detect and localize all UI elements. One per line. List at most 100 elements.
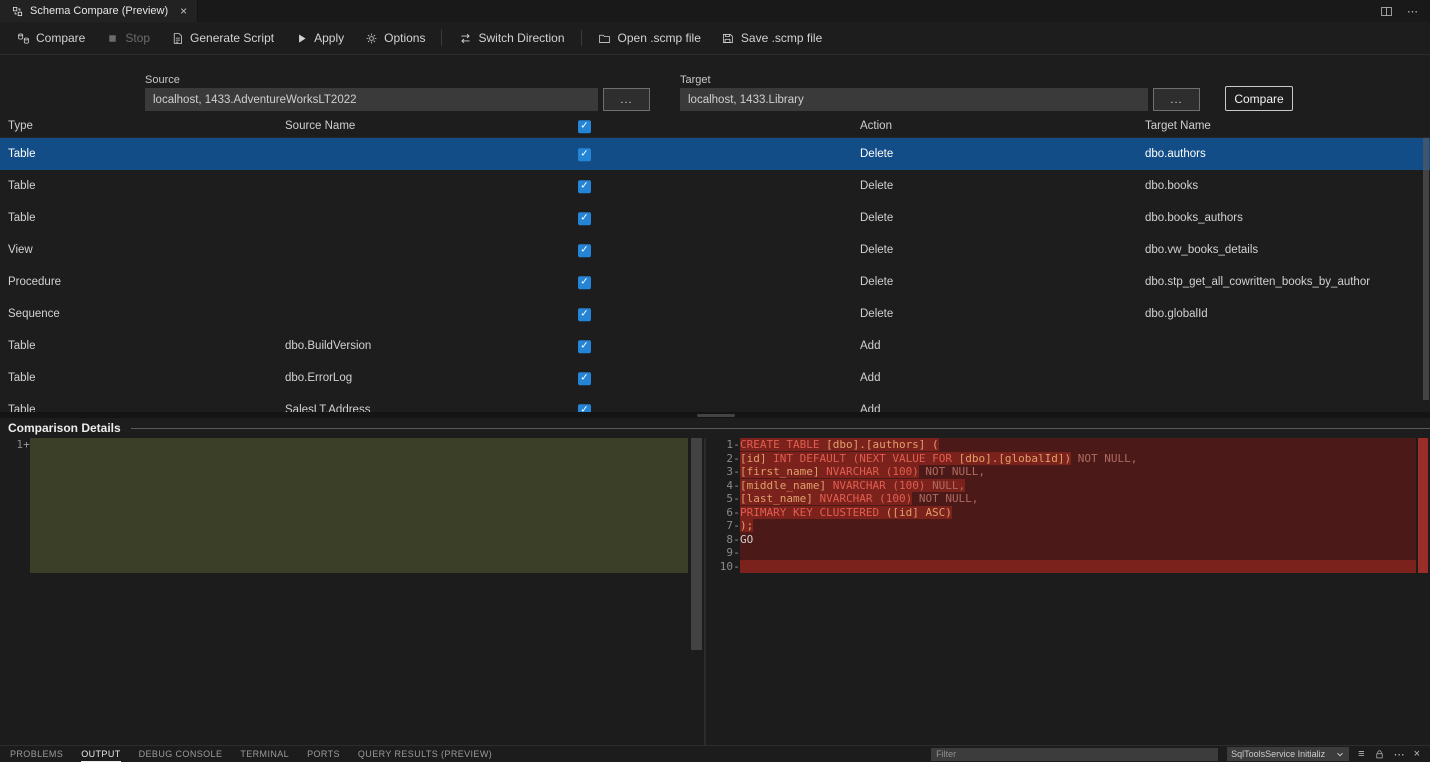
results-grid: Type Source Name Action Target Name Tabl…	[0, 115, 1430, 412]
row-include-checkbox[interactable]	[578, 212, 591, 225]
select-all-checkbox[interactable]	[578, 120, 591, 133]
generate-script-button[interactable]: Generate Script	[160, 27, 284, 49]
split-editor-icon[interactable]	[1379, 4, 1393, 18]
column-header-target-name[interactable]: Target Name	[1145, 120, 1211, 132]
target-input[interactable]	[680, 88, 1148, 111]
tab-close-icon[interactable]: ×	[180, 5, 187, 17]
row-target-name: dbo.globalId	[1145, 308, 1208, 320]
grid-scrollbar-thumb[interactable]	[1423, 138, 1429, 400]
editor-more-actions-icon[interactable]: ⋯	[1407, 5, 1418, 18]
options-button[interactable]: Options	[354, 27, 435, 49]
table-row[interactable]: TableDeletedbo.books_authors	[0, 202, 1430, 234]
diff-overview-ruler[interactable]	[1416, 438, 1430, 745]
row-include-checkbox[interactable]	[578, 308, 591, 321]
row-action: Delete	[860, 148, 893, 160]
diff-right-pane[interactable]: 1-2-3-4-5-6-7-8-9-10- CREATE TABLE [dbo]…	[706, 438, 1430, 745]
diff-left-gutter: 1 +	[0, 438, 30, 745]
comparison-details-title: Comparison Details	[8, 421, 121, 435]
table-row[interactable]: TableDeletedbo.authors	[0, 138, 1430, 170]
row-type: Table	[8, 372, 36, 384]
row-target-name: dbo.books	[1145, 180, 1198, 192]
diff-left-scrollbar-thumb[interactable]	[691, 438, 702, 650]
save-file-icon	[721, 31, 735, 45]
panel-tab-output[interactable]: OUTPUT	[81, 746, 120, 762]
stop-icon	[105, 31, 119, 45]
row-type: Table	[8, 212, 36, 224]
column-header-type[interactable]: Type	[8, 120, 33, 132]
panel-more-actions-icon[interactable]: ⋯	[1394, 748, 1405, 761]
apply-icon	[294, 31, 308, 45]
source-label: Source	[145, 74, 180, 86]
diff-code-line: [id] INT DEFAULT (NEXT VALUE FOR [dbo].[…	[740, 452, 1416, 466]
stop-button[interactable]: Stop	[95, 27, 160, 49]
schema-compare-tab-icon	[10, 4, 24, 18]
row-type: Procedure	[8, 276, 61, 288]
options-gear-icon	[364, 31, 378, 45]
tab-schema-compare[interactable]: Schema Compare (Preview) ×	[0, 0, 198, 22]
run-compare-button[interactable]: Compare	[1225, 86, 1293, 111]
column-header-action[interactable]: Action	[860, 120, 892, 132]
row-checkbox-cell	[578, 275, 591, 289]
row-include-checkbox[interactable]	[578, 276, 591, 289]
target-browse-button[interactable]: ...	[1153, 88, 1200, 111]
row-include-checkbox[interactable]	[578, 340, 591, 353]
diff-code-line: PRIMARY KEY CLUSTERED ([id] ASC)	[740, 506, 1416, 520]
close-panel-icon[interactable]: ×	[1414, 748, 1420, 760]
row-include-checkbox[interactable]	[578, 148, 591, 161]
save-scmp-button[interactable]: Save .scmp file	[711, 27, 832, 49]
table-row[interactable]: Tabledbo.ErrorLogAdd	[0, 362, 1430, 394]
output-filter-input[interactable]	[931, 748, 1218, 761]
diff-code-line: );	[740, 519, 1416, 533]
row-include-checkbox[interactable]	[578, 404, 591, 412]
apply-button[interactable]: Apply	[284, 27, 354, 49]
panel-tab-query-results-preview-[interactable]: QUERY RESULTS (PREVIEW)	[358, 746, 492, 762]
table-row[interactable]: TableSalesLT.AddressAdd	[0, 394, 1430, 412]
diff-right-code: CREATE TABLE [dbo].[authors] ([id] INT D…	[740, 438, 1416, 573]
clear-output-icon[interactable]: ≡	[1358, 748, 1364, 760]
horizontal-sash[interactable]	[0, 412, 1430, 418]
row-include-checkbox[interactable]	[578, 244, 591, 257]
toolbar-separator	[441, 30, 442, 46]
grid-scrollbar[interactable]	[1422, 138, 1430, 412]
column-header-source-name[interactable]: Source Name	[285, 120, 355, 132]
source-browse-button[interactable]: ...	[603, 88, 650, 111]
switch-direction-label: Switch Direction	[478, 31, 564, 45]
row-action: Delete	[860, 276, 893, 288]
row-action: Add	[860, 340, 880, 352]
row-target-name: dbo.books_authors	[1145, 212, 1243, 224]
apply-label: Apply	[314, 31, 344, 45]
panel-tab-debug-console[interactable]: DEBUG CONSOLE	[139, 746, 223, 762]
panel-tab-ports[interactable]: PORTS	[307, 746, 340, 762]
diff-left-empty-block	[30, 438, 688, 573]
lock-scroll-icon[interactable]	[1374, 749, 1385, 760]
panel-tab-terminal[interactable]: TERMINAL	[240, 746, 289, 762]
row-type: Table	[8, 180, 36, 192]
diff-left-pane[interactable]: 1 +	[0, 438, 706, 745]
table-row[interactable]: SequenceDeletedbo.globalId	[0, 298, 1430, 330]
row-checkbox-cell	[578, 179, 591, 193]
app-window: Schema Compare (Preview) × ⋯ Compare	[0, 0, 1430, 762]
grid-body: TableDeletedbo.authorsTableDeletedbo.boo…	[0, 138, 1430, 412]
source-input[interactable]	[145, 88, 598, 111]
row-source-name: SalesLT.Address	[285, 404, 370, 412]
row-include-checkbox[interactable]	[578, 180, 591, 193]
table-row[interactable]: Tabledbo.BuildVersionAdd	[0, 330, 1430, 362]
row-checkbox-cell	[578, 403, 591, 412]
open-scmp-button[interactable]: Open .scmp file	[588, 27, 711, 49]
table-row[interactable]: Table Delete dbo.books	[0, 170, 1430, 202]
table-row[interactable]: ProcedureDeletedbo.stp_get_all_cowritten…	[0, 266, 1430, 298]
sash-handle[interactable]	[697, 414, 735, 417]
comparison-details-rule	[131, 428, 1430, 429]
row-action: Delete	[860, 180, 893, 192]
output-channel-dropdown[interactable]: SqlToolsService Initializ	[1227, 747, 1349, 761]
row-target-name: dbo.vw_books_details	[1145, 244, 1258, 256]
diff-editor: 1 + 1-2-3-4-5-6-7-8-9-10- CREATE TABLE […	[0, 438, 1430, 745]
compare-button[interactable]: Compare	[6, 27, 95, 49]
panel-tab-problems[interactable]: PROBLEMS	[10, 746, 63, 762]
table-row[interactable]: ViewDeletedbo.vw_books_details	[0, 234, 1430, 266]
row-type: Table	[8, 148, 36, 160]
switch-direction-button[interactable]: Switch Direction	[448, 27, 574, 49]
row-include-checkbox[interactable]	[578, 372, 591, 385]
diff-code-line	[740, 560, 1416, 574]
output-channel-value: SqlToolsService Initializ	[1231, 749, 1325, 759]
